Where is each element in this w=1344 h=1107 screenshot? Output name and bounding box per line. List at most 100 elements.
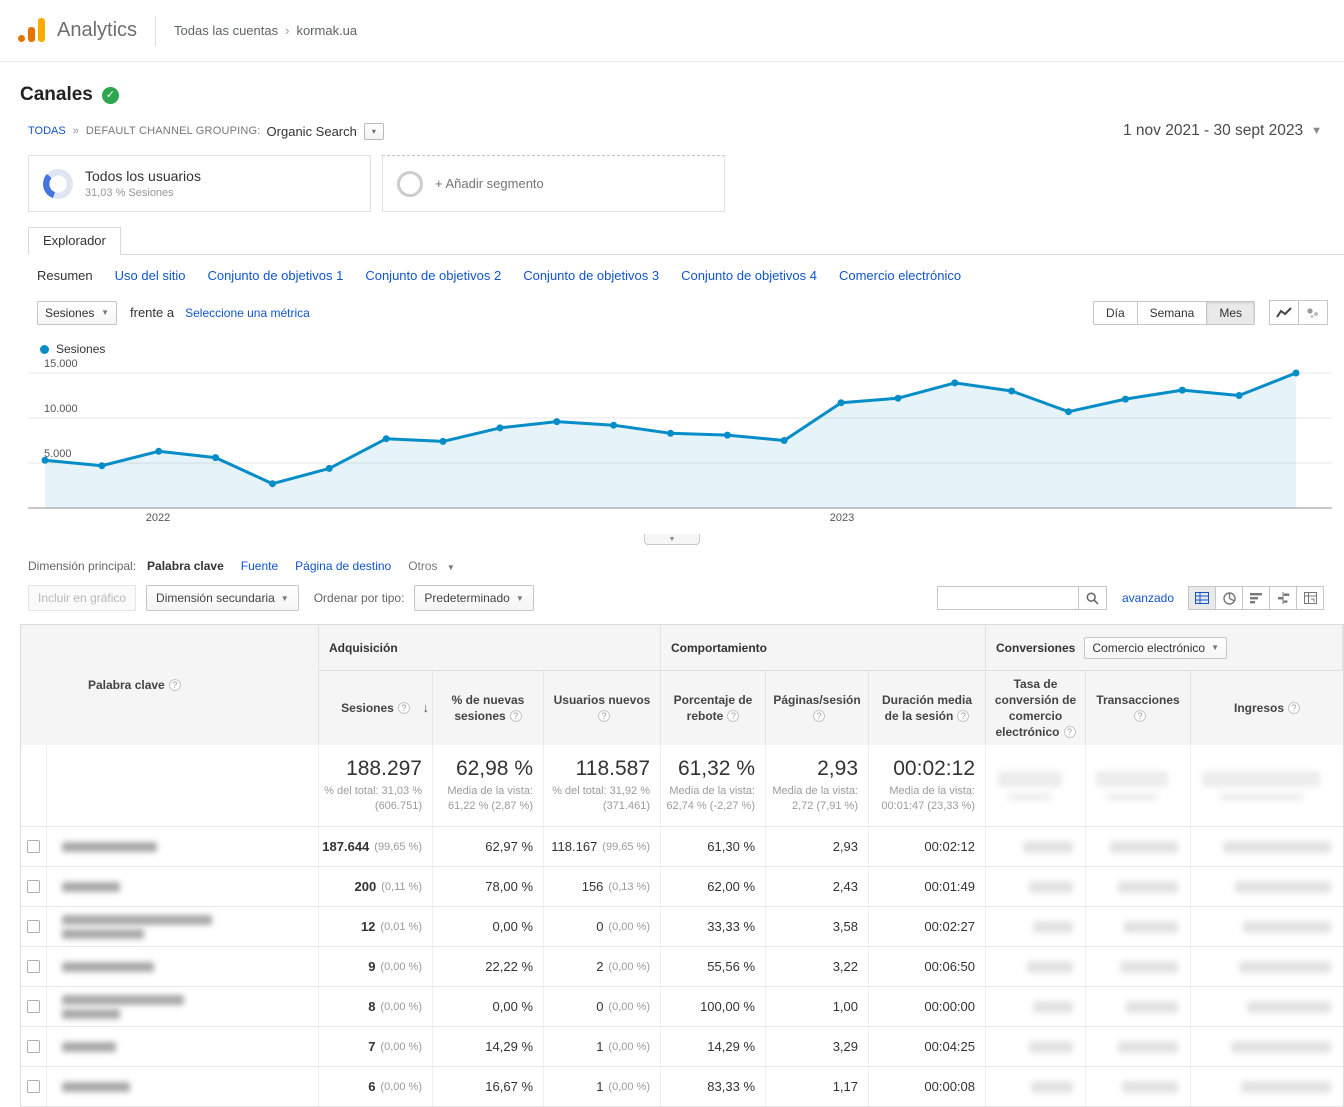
conversions-type-select[interactable]: Comercio electrónico ▼ [1084,637,1227,659]
add-segment-card[interactable]: + Añadir segmento [382,155,725,212]
performance-view-icon[interactable] [1242,586,1270,610]
comparison-view-icon[interactable] [1269,586,1297,610]
help-icon[interactable]: ? [169,679,181,691]
subtab-objetivos-4[interactable]: Conjunto de objetivos 4 [681,268,817,283]
subtabs: Resumen Uso del sitio Conjunto de objeti… [37,268,1316,283]
granularity-week-button[interactable]: Semana [1137,301,1208,325]
group-header-conversions: Conversiones Comercio electrónico ▼ [986,625,1343,671]
sort-type-select[interactable]: Predeterminado ▼ [414,585,533,611]
help-icon[interactable]: ? [598,710,610,722]
select-metric-link[interactable]: Seleccione una métrica [185,306,310,320]
summary-sessions-sub: % del total: 31,03 % (606.751) [319,784,422,814]
help-icon[interactable]: ? [1134,710,1146,722]
legend-label: Sesiones [56,342,105,356]
keyword-cell-redacted[interactable] [47,867,319,906]
help-icon[interactable]: ? [727,710,739,722]
column-header-transactions[interactable]: Transacciones? [1086,671,1191,745]
filter-all-link[interactable]: TODAS [28,125,66,137]
column-label: Transacciones [1096,693,1179,707]
column-header-new-sessions[interactable]: % de nuevas sesiones? [433,671,544,745]
chart-type-toggles [1270,300,1328,325]
title-row: Canales ✓ [20,84,1344,106]
summary-new-users: 118.587 [576,757,650,781]
segments-row: Todos los usuarios 31,03 % Sesiones + Añ… [28,155,1316,212]
column-label: Sesiones [341,701,394,715]
summary-bounce: 61,32 % [678,757,755,781]
date-range-selector[interactable]: 1 nov 2021 - 30 sept 2023 ▼ [1123,122,1322,140]
table-row: 6(0,00 %) 16,67 % 1(0,00 %) 83,33 % 1,17… [21,1067,1343,1107]
column-header-new-users[interactable]: Usuarios nuevos? [544,671,661,745]
keyword-cell-redacted[interactable] [47,947,319,986]
keyword-cell-redacted[interactable] [47,1027,319,1066]
row-checkbox[interactable] [27,1000,40,1013]
advanced-link[interactable]: avanzado [1122,591,1174,605]
motion-chart-toggle-icon[interactable] [1298,300,1328,325]
column-header-pages[interactable]: Páginas/sesión? [766,671,869,745]
topbar: Analytics Todas las cuentas › kormak.ua [0,0,1344,62]
granularity-month-button[interactable]: Mes [1206,301,1255,325]
help-icon[interactable]: ? [957,710,969,722]
row-checkbox[interactable] [27,1040,40,1053]
search-button[interactable] [1079,586,1107,610]
help-icon[interactable]: ? [510,710,522,722]
dimension-otros-label: Otros [408,559,437,573]
keyword-cell-redacted[interactable] [47,907,319,946]
subtab-comercio-electronico[interactable]: Comercio electrónico [839,268,961,283]
subtab-objetivos-2[interactable]: Conjunto de objetivos 2 [365,268,501,283]
column-header-conv-rate[interactable]: Tasa de conversión de comercio electróni… [986,671,1086,745]
column-label: Páginas/sesión [773,693,860,707]
search-input[interactable] [937,586,1079,610]
keywords-table: Palabra clave ? Adquisición Comportamien… [20,624,1344,1107]
row-checkbox[interactable] [27,1080,40,1093]
subtab-objetivos-3[interactable]: Conjunto de objetivos 3 [523,268,659,283]
granularity-day-button[interactable]: Día [1093,301,1138,325]
y-axis-tick: 10.000 [44,403,78,415]
tab-explorador[interactable]: Explorador [28,227,121,255]
breadcrumb-accounts[interactable]: Todas las cuentas [174,23,278,38]
row-checkbox[interactable] [27,880,40,893]
pivot-view-icon[interactable] [1296,586,1324,610]
keyword-cell-redacted[interactable] [47,1067,319,1106]
y-axis-tick: 5.000 [44,448,72,460]
help-icon[interactable]: ? [1288,702,1300,714]
group-header-behavior: Comportamiento [661,625,986,671]
help-icon[interactable]: ? [813,710,825,722]
header-checkbox-cell [21,625,47,745]
summary-sessions: 188.297 [346,757,422,781]
segment-card-all-users[interactable]: Todos los usuarios 31,03 % Sesiones [28,155,371,212]
row-checkbox[interactable] [27,960,40,973]
include-in-chart-button[interactable]: Incluir en gráfico [28,585,136,611]
sessions-line-chart-svg [28,362,1332,512]
dimension-row: Dimensión principal: Palabra clave Fuent… [28,559,1316,573]
table-view-icon[interactable] [1188,586,1216,610]
dimension-keyword[interactable]: Palabra clave [147,559,224,573]
chevron-down-icon: ▼ [447,563,455,572]
channel-grouping-label: DEFAULT CHANNEL GROUPING: [86,125,261,137]
row-checkbox[interactable] [27,840,40,853]
column-header-bounce[interactable]: Porcentaje de rebote? [661,671,766,745]
subtab-resumen[interactable]: Resumen [37,268,93,283]
subtab-uso-del-sitio[interactable]: Uso del sitio [115,268,186,283]
sort-descending-icon[interactable]: ↓ [423,699,430,717]
row-checkbox[interactable] [27,920,40,933]
dimension-fuente[interactable]: Fuente [241,559,278,573]
column-header-duration[interactable]: Duración media de la sesión? [869,671,986,745]
help-icon[interactable]: ? [398,702,410,714]
line-chart-toggle-icon[interactable] [1269,300,1299,325]
dimension-pagina-destino[interactable]: Página de destino [295,559,391,573]
channel-grouping-dropdown[interactable]: ▾ [364,123,384,140]
column-header-keyword[interactable]: Palabra clave ? [47,625,319,745]
help-icon[interactable]: ? [1064,726,1076,738]
summary-new-sessions: 62,98 % [456,757,533,781]
secondary-dimension-button[interactable]: Dimensión secundaria ▼ [146,585,299,611]
keyword-cell-redacted[interactable] [47,827,319,866]
metric-select[interactable]: Sesiones ▼ [37,301,117,325]
dimension-otros-dropdown[interactable]: Otros ▼ [408,559,455,573]
column-header-sessions[interactable]: Sesiones? ↓ [319,671,433,745]
column-header-revenue[interactable]: Ingresos? [1191,671,1343,745]
breadcrumb-property[interactable]: kormak.ua [296,23,357,38]
percentage-view-icon[interactable] [1215,586,1243,610]
subtab-objetivos-1[interactable]: Conjunto de objetivos 1 [207,268,343,283]
keyword-cell-redacted[interactable] [47,987,319,1026]
chart-resize-handle[interactable]: ▼ [644,534,700,545]
